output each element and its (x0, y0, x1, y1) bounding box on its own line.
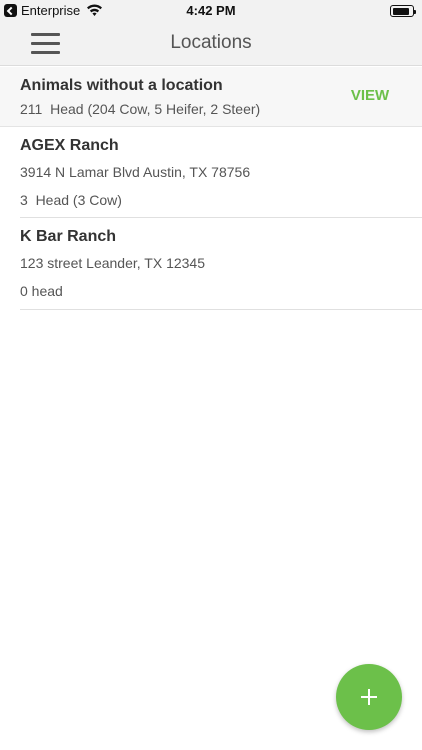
status-time: 4:42 PM (186, 3, 236, 18)
status-bar: Enterprise 4:42 PM (0, 0, 422, 22)
page-title: Locations (170, 32, 252, 53)
animals-without-location-title: Animals without a location (20, 77, 223, 94)
view-button[interactable]: VIEW (338, 87, 402, 107)
location-item-agex-ranch[interactable]: AGEX Ranch 3914 N Lamar Blvd Austin, TX … (20, 127, 422, 218)
battery-icon (390, 5, 416, 17)
add-location-button[interactable] (336, 664, 402, 730)
location-head-count: 3 Head (3 Cow) (20, 192, 122, 208)
location-name: AGEX Ranch (20, 137, 119, 154)
battery-level-fill (392, 7, 409, 15)
location-head-count: 0 head (20, 283, 63, 299)
location-address: 123 street Leander, TX 12345 (20, 255, 205, 271)
location-address: 3914 N Lamar Blvd Austin, TX 78756 (20, 164, 251, 180)
navigation-bar: Locations (0, 22, 422, 66)
location-item-k-bar-ranch[interactable]: K Bar Ranch 123 street Leander, TX 12345… (20, 218, 422, 310)
animals-without-location-summary: 211 Head (204 Cow, 5 Heifer, 2 Steer) (20, 101, 261, 117)
animals-without-location-row: Animals without a location 211 Head (204… (0, 67, 422, 127)
location-name: K Bar Ranch (20, 228, 117, 245)
